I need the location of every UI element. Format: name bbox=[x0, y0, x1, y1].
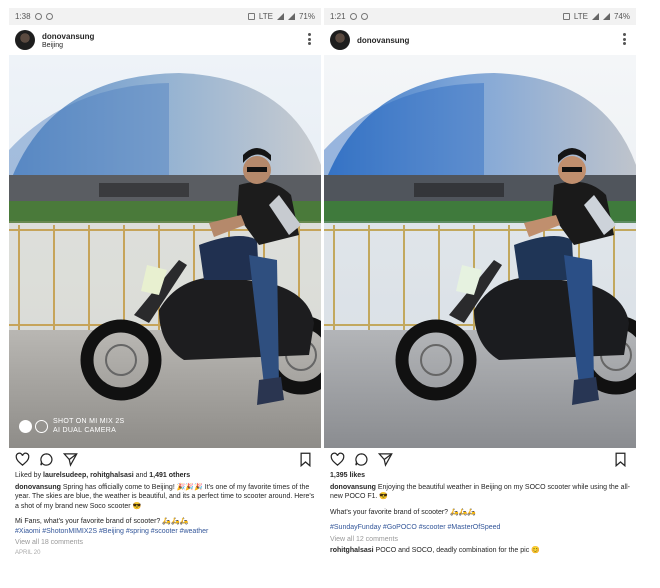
post-header: donovansung bbox=[324, 25, 636, 55]
signal-icon bbox=[276, 13, 284, 20]
more-options-icon[interactable] bbox=[308, 33, 311, 45]
signal-icon bbox=[602, 13, 610, 20]
likes-count[interactable]: 1,491 others bbox=[149, 472, 190, 479]
mute-icon bbox=[562, 13, 570, 20]
watermark-line-1: SHOT ON MI MIX 2S bbox=[53, 418, 125, 425]
scooter-photo-image bbox=[324, 55, 636, 448]
network-label: LTE bbox=[258, 12, 273, 21]
view-comments-link[interactable]: View all 12 comments bbox=[330, 535, 630, 545]
username[interactable]: donovansung bbox=[42, 32, 94, 41]
bookmark-icon[interactable] bbox=[613, 452, 628, 467]
comment: rohitghalsasi POCO and SOCO, deadly comb… bbox=[330, 546, 630, 556]
comment-text: POCO and SOCO, deadly combination for th… bbox=[373, 547, 540, 554]
hashtags[interactable]: #Xiaomi #ShotonMIMIX2S #Beijing #spring … bbox=[15, 527, 315, 537]
signal-icon bbox=[591, 13, 599, 20]
right-instagram-post: 1:21 LTE 74% donovansung 1,395 likes don… bbox=[324, 8, 636, 580]
caption-username[interactable]: donovansung bbox=[330, 484, 376, 491]
avatar[interactable] bbox=[330, 30, 350, 50]
action-bar bbox=[9, 448, 321, 470]
bookmark-icon[interactable] bbox=[298, 452, 313, 467]
caption: donovansung Spring has officially come t… bbox=[15, 483, 315, 512]
username[interactable]: donovansung bbox=[357, 36, 409, 45]
watermark-line-2: AI DUAL CAMERA bbox=[53, 427, 117, 434]
status-time: 1:21 bbox=[330, 12, 346, 21]
more-options-icon[interactable] bbox=[623, 33, 626, 45]
location-tag[interactable]: Beijing bbox=[42, 42, 94, 49]
scooter-photo-image bbox=[9, 55, 321, 448]
likes-summary[interactable]: Liked by laurelsudeep, rohitghalsasi and… bbox=[15, 471, 315, 481]
camera-watermark: SHOT ON MI MIX 2S AI DUAL CAMERA bbox=[19, 417, 124, 435]
hashtags[interactable]: #SundayFunday #GoPOCO #scooter #MasterOf… bbox=[330, 523, 630, 533]
whatsapp-icon bbox=[349, 13, 357, 20]
post-date: APRIL 20 bbox=[15, 549, 41, 556]
caption: donovansung Enjoying the beautiful weath… bbox=[330, 483, 630, 502]
whatsapp-icon bbox=[34, 13, 42, 20]
watermark-ring-icon bbox=[35, 419, 48, 433]
signal-icon bbox=[287, 13, 295, 20]
action-bar bbox=[324, 448, 636, 470]
left-instagram-post: 1:38 LTE 71% donovansung Beijing SHOT ON… bbox=[9, 8, 321, 580]
view-comments-link[interactable]: View all 18 comments bbox=[15, 538, 315, 548]
mute-icon bbox=[247, 13, 255, 20]
watermark-dot-icon bbox=[19, 419, 32, 433]
post-photo[interactable] bbox=[324, 55, 636, 448]
status-bar: 1:38 LTE 71% bbox=[9, 8, 321, 25]
avatar[interactable] bbox=[15, 30, 35, 50]
caption-username[interactable]: donovansung bbox=[15, 484, 61, 491]
share-icon[interactable] bbox=[378, 452, 393, 467]
caption-question: Mi Fans, what's your favorite brand of s… bbox=[15, 518, 189, 525]
heart-icon[interactable] bbox=[330, 452, 345, 467]
reddit-icon bbox=[360, 13, 368, 20]
liked-by-users[interactable]: laurelsudeep, rohitghalsasi bbox=[43, 472, 134, 479]
share-icon[interactable] bbox=[63, 452, 78, 467]
battery-level: 74% bbox=[613, 12, 630, 21]
likes-count[interactable]: 1,395 likes bbox=[330, 471, 630, 481]
post-header: donovansung Beijing bbox=[9, 25, 321, 55]
post-details: 1,395 likes donovansung Enjoying the bea… bbox=[324, 471, 636, 556]
caption-question: What's your favorite brand of scooter? 🛵… bbox=[330, 508, 477, 516]
post-photo[interactable]: SHOT ON MI MIX 2S AI DUAL CAMERA bbox=[9, 55, 321, 448]
comment-icon[interactable] bbox=[354, 452, 369, 467]
network-label: LTE bbox=[573, 12, 588, 21]
battery-level: 71% bbox=[298, 12, 315, 21]
comment-icon[interactable] bbox=[39, 452, 54, 467]
reddit-icon bbox=[45, 13, 53, 20]
caption-text: Enjoying the beautiful weather in Beijin… bbox=[330, 483, 630, 501]
heart-icon[interactable] bbox=[15, 452, 30, 467]
comment-username[interactable]: rohitghalsasi bbox=[330, 547, 374, 554]
status-bar: 1:21 LTE 74% bbox=[324, 8, 636, 25]
post-details: Liked by laurelsudeep, rohitghalsasi and… bbox=[9, 471, 321, 558]
status-time: 1:38 bbox=[15, 12, 31, 21]
